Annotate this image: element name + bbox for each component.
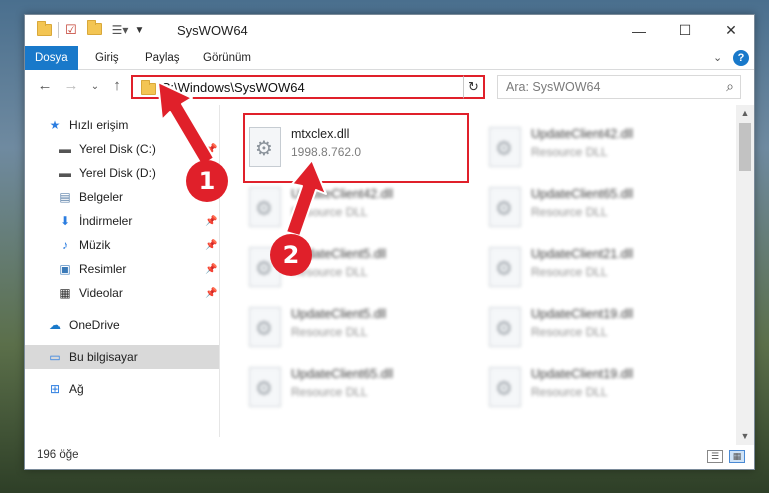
refresh-button[interactable]: ↻ [463,75,485,99]
item-count: 196 öğe [37,449,79,461]
drive-icon: ▬ [59,142,71,156]
customize-toolbar-icon[interactable]: ☰▾ [112,23,129,37]
help-button[interactable]: ? [733,50,749,66]
dll-file-icon [489,187,521,227]
dll-file-icon [489,247,521,287]
music-icon: ♪ [62,238,68,252]
search-icon: ⌕ [726,78,734,94]
download-icon: ⬇ [59,214,71,228]
search-input[interactable]: Ara: SysWOW64 ⌕ [497,75,741,99]
list-item[interactable]: UpdateClient19.dll Resource DLL [483,297,705,353]
minimize-button[interactable]: — [616,15,662,46]
close-button[interactable]: ✕ [708,15,754,46]
tab-paylas[interactable]: Paylaş [135,46,190,70]
sidebar-item-this-pc[interactable]: ▭ Bu bilgisayar [25,345,219,369]
address-path: C:\Windows\SysWOW64 [161,80,305,95]
list-item[interactable]: UpdateClient42.dll Resource DLL [243,177,465,233]
tab-dosya[interactable]: Dosya [25,46,78,70]
dll-file-icon [489,367,521,407]
details-view-icon[interactable]: ☰ [707,450,723,463]
step-badge-2: 2 [270,234,312,276]
sidebar-item-music[interactable]: ♪ Müzik 📌 [25,233,219,257]
back-button[interactable]: ← [35,77,55,94]
pin-icon[interactable]: 📌 [205,240,217,251]
dll-file-icon [489,307,521,347]
dll-file-icon [249,187,281,227]
step-badge-1: 1 [186,160,228,202]
sidebar-item-onedrive[interactable]: ☁ OneDrive [25,313,219,337]
tiles-view-icon[interactable]: ▦ [729,450,745,463]
video-icon: ▦ [59,286,71,300]
search-placeholder: Ara: SysWOW64 [506,80,601,94]
list-item[interactable]: UpdateClient19.dll Resource DLL [483,357,705,413]
window-title: SysWOW64 [177,23,248,38]
pin-icon[interactable]: 📌 [205,288,217,299]
pin-icon[interactable]: 📌 [205,144,217,155]
folder-icon [141,80,156,95]
sidebar-item-pictures[interactable]: ▣ Resimler 📌 [25,257,219,281]
list-item[interactable]: UpdateClient65.dll Resource DLL [243,357,465,413]
list-item[interactable]: UpdateClient65.dll Resource DLL [483,177,705,233]
explorer-window: ☑ ☰▾ ▼ SysWOW64 — ☐ ✕ Dosya Giriş Paylaş… [24,14,755,470]
dll-file-icon [249,307,281,347]
list-item[interactable]: UpdateClient5.dll Resource DLL [243,297,465,353]
recent-locations-icon[interactable]: ⌄ [85,81,105,92]
scroll-up-icon[interactable]: ▲ [736,105,754,122]
properties-icon[interactable]: ☑ [65,22,77,38]
new-folder-icon[interactable] [86,19,102,38]
toolbar-dropdown-icon[interactable]: ▼ [134,25,144,36]
navigation-pane: ★ Hızlı erişim ▬ Yerel Disk (C:) 📌 ▬ Yer… [25,111,219,437]
ribbon-tabs: Dosya Giriş Paylaş Görünüm ⌄ ? [25,46,754,70]
documents-icon: ▤ [59,190,71,204]
sidebar-item-downloads[interactable]: ⬇ İndirmeler 📌 [25,209,219,233]
address-bar[interactable]: C:\Windows\SysWOW64 ⌄ [131,75,483,99]
pin-icon[interactable]: 📌 [205,216,217,227]
dll-file-icon [489,127,521,167]
sidebar-item-videos[interactable]: ▦ Videolar 📌 [25,281,219,305]
sidebar-item-network[interactable]: ⊞ Ağ [25,377,219,401]
folder-icon [37,21,52,36]
forward-button[interactable]: → [61,77,81,94]
vertical-scrollbar[interactable]: ▲ ▼ [736,105,754,445]
computer-icon: ▭ [49,350,61,364]
up-button[interactable]: ↑ [107,77,127,94]
tab-giris[interactable]: Giriş [85,46,129,70]
network-icon: ⊞ [49,382,61,396]
pin-icon[interactable]: 📌 [205,264,217,275]
maximize-button[interactable]: ☐ [662,15,708,46]
navigation-bar: ← → ⌄ ↑ C:\Windows\SysWOW64 ⌄ ↻ Ara: Sys… [25,71,754,105]
sidebar-item-disk-c[interactable]: ▬ Yerel Disk (C:) 📌 [25,137,219,161]
list-item[interactable]: UpdateClient21.dll Resource DLL [483,237,705,293]
sidebar-item-quick-access[interactable]: ★ Hızlı erişim [25,113,219,137]
pictures-icon: ▣ [59,262,71,276]
star-icon: ★ [49,118,61,132]
dll-file-icon [249,367,281,407]
expand-ribbon-icon[interactable]: ⌄ [713,51,722,64]
scroll-down-icon[interactable]: ▼ [736,428,754,445]
tab-gorunum[interactable]: Görünüm [193,46,261,70]
cloud-icon: ☁ [49,318,61,332]
quick-access-toolbar: ☑ ☰▾ ▼ [37,19,144,38]
title-bar: ☑ ☰▾ ▼ SysWOW64 — ☐ ✕ [25,15,754,46]
drive-icon: ▬ [59,166,71,180]
status-bar: 196 öğe ☰ ▦ [25,445,754,469]
scroll-thumb[interactable] [739,123,751,171]
highlight-box [243,113,469,183]
list-item[interactable]: UpdateClient42.dll Resource DLL [483,117,705,173]
